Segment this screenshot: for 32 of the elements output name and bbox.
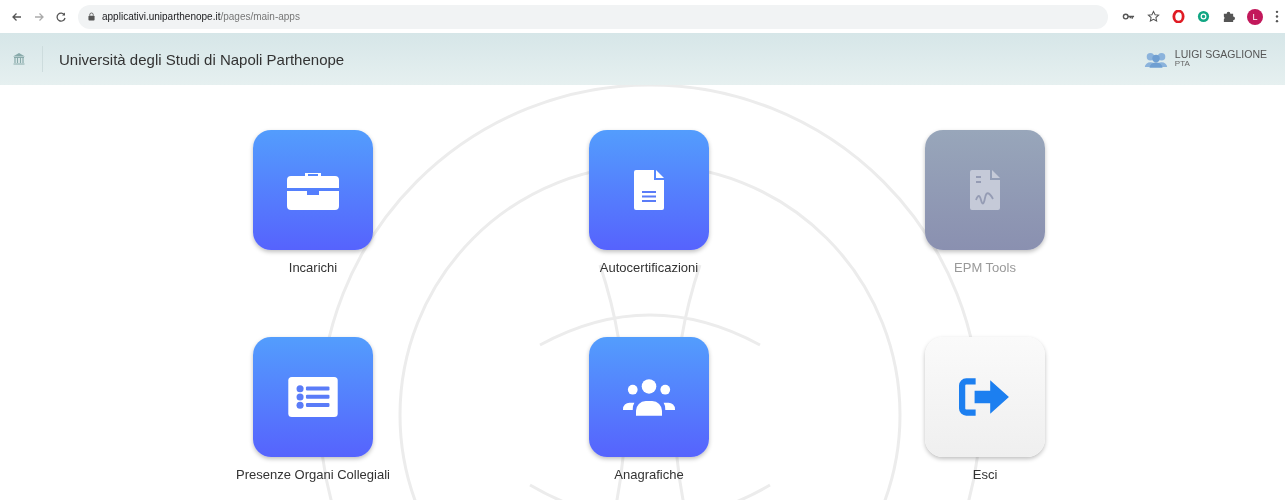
extension-icon[interactable]: [1197, 10, 1210, 23]
lock-icon: [88, 12, 95, 21]
document-icon: [634, 170, 664, 210]
briefcase-icon: [287, 170, 339, 210]
app-label: EPM Tools: [954, 260, 1016, 275]
app-tile[interactable]: [925, 337, 1045, 457]
back-icon[interactable]: [11, 10, 23, 23]
ring-icon[interactable]: [1172, 10, 1185, 23]
app-label: Presenze Organi Collegiali: [236, 467, 390, 482]
menu-icon[interactable]: [1275, 10, 1279, 23]
star-icon[interactable]: [1147, 10, 1160, 23]
users-icon[interactable]: [1142, 50, 1169, 68]
app-tile[interactable]: [253, 130, 373, 250]
user-role: PTA: [1174, 60, 1191, 69]
app-label: Esci: [972, 467, 998, 482]
profile-avatar[interactable]: L: [1247, 8, 1263, 25]
forward-icon[interactable]: [33, 10, 45, 23]
puzzle-icon[interactable]: [1222, 10, 1235, 23]
app-tile[interactable]: [253, 337, 373, 457]
address-bar[interactable]: applicativi.uniparthenope.it/pages/main-apps: [78, 4, 1108, 29]
list-icon: [287, 377, 339, 417]
app-label: Incarichi: [288, 260, 338, 275]
people-icon: [623, 377, 675, 417]
signed-document-icon: [970, 170, 1000, 210]
app-tile[interactable]: [589, 130, 709, 250]
user-name: LUIGI SGAGLIONE: [1174, 49, 1267, 61]
app-label: Anagrafiche: [614, 467, 684, 482]
reload-icon[interactable]: [55, 10, 67, 23]
site-title: Università degli Studi di Napoli Parthenope: [59, 50, 345, 68]
app-label: Autocertificazioni: [599, 260, 699, 275]
exit-arrow-icon: [959, 377, 1011, 417]
app-tile[interactable]: [589, 337, 709, 457]
